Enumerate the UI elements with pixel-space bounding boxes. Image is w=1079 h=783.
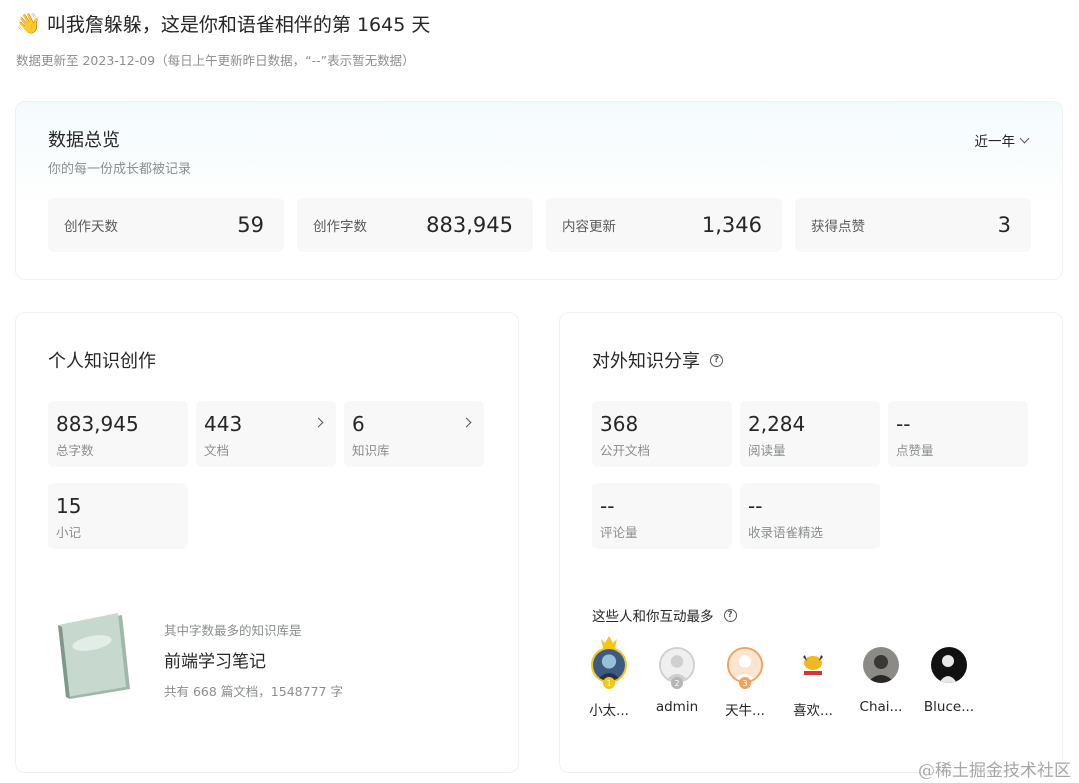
tile-label: 总字数 [56, 443, 94, 458]
tile-reads: 2,284 阅读量 [740, 401, 880, 467]
stat-value: 59 [237, 213, 264, 237]
watermark: @稀土掘金技术社区 [918, 761, 1071, 781]
tile-label: 阅读量 [748, 443, 786, 458]
section-title-text: 对外知识分享 [592, 351, 700, 372]
tile-documents[interactable]: 443 文档 [196, 401, 336, 467]
tile-value: 15 [56, 494, 82, 518]
overview-stat-days: 创作天数 59 [48, 198, 284, 252]
overview-stat-likes: 获得点赞 3 [795, 198, 1031, 252]
tile-label: 评论量 [600, 525, 638, 540]
overview-stat-updates: 内容更新 1,346 [546, 198, 782, 252]
avatar [931, 647, 967, 683]
interact-user[interactable]: Chai... [851, 647, 911, 715]
rank-badge: 2 [671, 677, 683, 689]
interact-user[interactable]: 喜欢... [783, 647, 843, 719]
stat-label: 内容更新 [562, 219, 616, 235]
help-icon[interactable]: ? [723, 608, 737, 622]
overview-card: 数据总览 你的每一份成长都被记录 近一年 创作天数 59 创作字数 883,94… [15, 101, 1063, 280]
page-header: 👋 叫我詹躲躲，这是你和语雀相伴的第 1645 天 数据更新至 2023-12-… [16, 10, 430, 69]
tile-value: 6 [352, 412, 365, 436]
tile-public-docs: 368 公开文档 [592, 401, 732, 467]
tile-notes: 15 小记 [48, 483, 188, 549]
tile-label: 收录语雀精选 [748, 525, 824, 540]
user-name: 小太... [589, 703, 629, 719]
overview-subtitle: 你的每一份成长都被记录 [48, 162, 192, 177]
interact-user[interactable]: 1 小太... [579, 636, 639, 719]
overview-title: 数据总览 [48, 130, 120, 151]
stat-label: 创作天数 [64, 219, 118, 235]
top-kb-hint: 其中字数最多的知识库是 [164, 623, 302, 638]
tile-label: 小记 [56, 525, 82, 540]
tile-total-words: 883,945 总字数 [48, 401, 188, 467]
avatar-wrap [795, 647, 831, 683]
tile-value: 443 [204, 412, 243, 436]
stat-label: 创作字数 [313, 219, 367, 235]
personal-creation-card: 个人知识创作 883,945 总字数 443 文档 6 知识库 15 小记 其中… [15, 312, 519, 773]
stat-value: 883,945 [426, 213, 513, 237]
avatar-wrap: 2 [659, 647, 695, 689]
waving-hand-icon: 👋 [16, 11, 41, 35]
range-select[interactable]: 近一年 [974, 130, 1030, 150]
stat-value: 1,346 [701, 213, 762, 237]
top-kb-name[interactable]: 前端学习笔记 [164, 647, 266, 672]
interact-title-text: 这些人和你互动最多 [592, 609, 714, 625]
rank-badge: 1 [603, 677, 615, 689]
crown-icon [601, 636, 617, 648]
tile-value: 368 [600, 412, 639, 436]
tile-knowledge-bases[interactable]: 6 知识库 [344, 401, 484, 467]
tile-value: 883,945 [56, 412, 139, 436]
avatar [863, 647, 899, 683]
overview-stat-words: 创作字数 883,945 [297, 198, 533, 252]
tile-value: -- [896, 412, 911, 436]
interact-title: 这些人和你互动最多 ? [592, 605, 737, 625]
rank-badge: 3 [739, 677, 751, 689]
interact-user[interactable]: Bluce... [919, 647, 979, 715]
book-icon [58, 613, 130, 699]
tile-comments: -- 评论量 [592, 483, 732, 549]
section-title-text: 个人知识创作 [48, 351, 156, 372]
personal-title: 个人知识创作 [48, 347, 156, 373]
avatar-wrap: 3 [727, 647, 763, 689]
avatar [795, 647, 831, 683]
stat-value: 3 [997, 213, 1011, 237]
top-kb-count: 共有 668 篇文档，1548777 字 [164, 684, 343, 699]
sharing-card: 对外知识分享 ? 368 公开文档 2,284 阅读量 -- 点赞量 -- 评论… [559, 312, 1063, 773]
user-name: Chai... [859, 699, 903, 715]
user-name: Bluce... [923, 699, 975, 715]
tile-value: -- [748, 494, 763, 518]
avatar-wrap [863, 647, 899, 683]
tile-value: -- [600, 494, 615, 518]
avatar-wrap [931, 647, 967, 683]
user-name: 喜欢... [793, 703, 833, 719]
range-select-label: 近一年 [974, 134, 1016, 150]
tile-label: 公开文档 [600, 443, 651, 458]
tile-featured: -- 收录语雀精选 [740, 483, 880, 549]
tile-label: 点赞量 [896, 443, 934, 458]
chevron-down-icon [1019, 133, 1030, 143]
update-note: 数据更新至 2023-12-09（每日上午更新昨日数据，“--”表示暂无数据） [16, 53, 415, 68]
stat-label: 获得点赞 [811, 219, 865, 235]
greeting: 👋 叫我詹躲躲，这是你和语雀相伴的第 1645 天 [16, 10, 430, 36]
user-name: 天牛... [725, 703, 765, 719]
greeting-text: 叫我詹躲躲，这是你和语雀相伴的第 1645 天 [46, 13, 431, 36]
user-name: admin [655, 699, 699, 715]
tile-label: 文档 [204, 443, 230, 458]
sharing-title: 对外知识分享 ? [592, 347, 723, 373]
tile-likes: -- 点赞量 [888, 401, 1028, 467]
interact-user[interactable]: 2 admin [647, 647, 707, 715]
help-icon[interactable]: ? [710, 353, 723, 367]
interact-user[interactable]: 3 天牛... [715, 647, 775, 719]
avatar-wrap: 1 [591, 636, 627, 689]
tile-label: 知识库 [352, 443, 390, 458]
tile-value: 2,284 [748, 412, 806, 436]
